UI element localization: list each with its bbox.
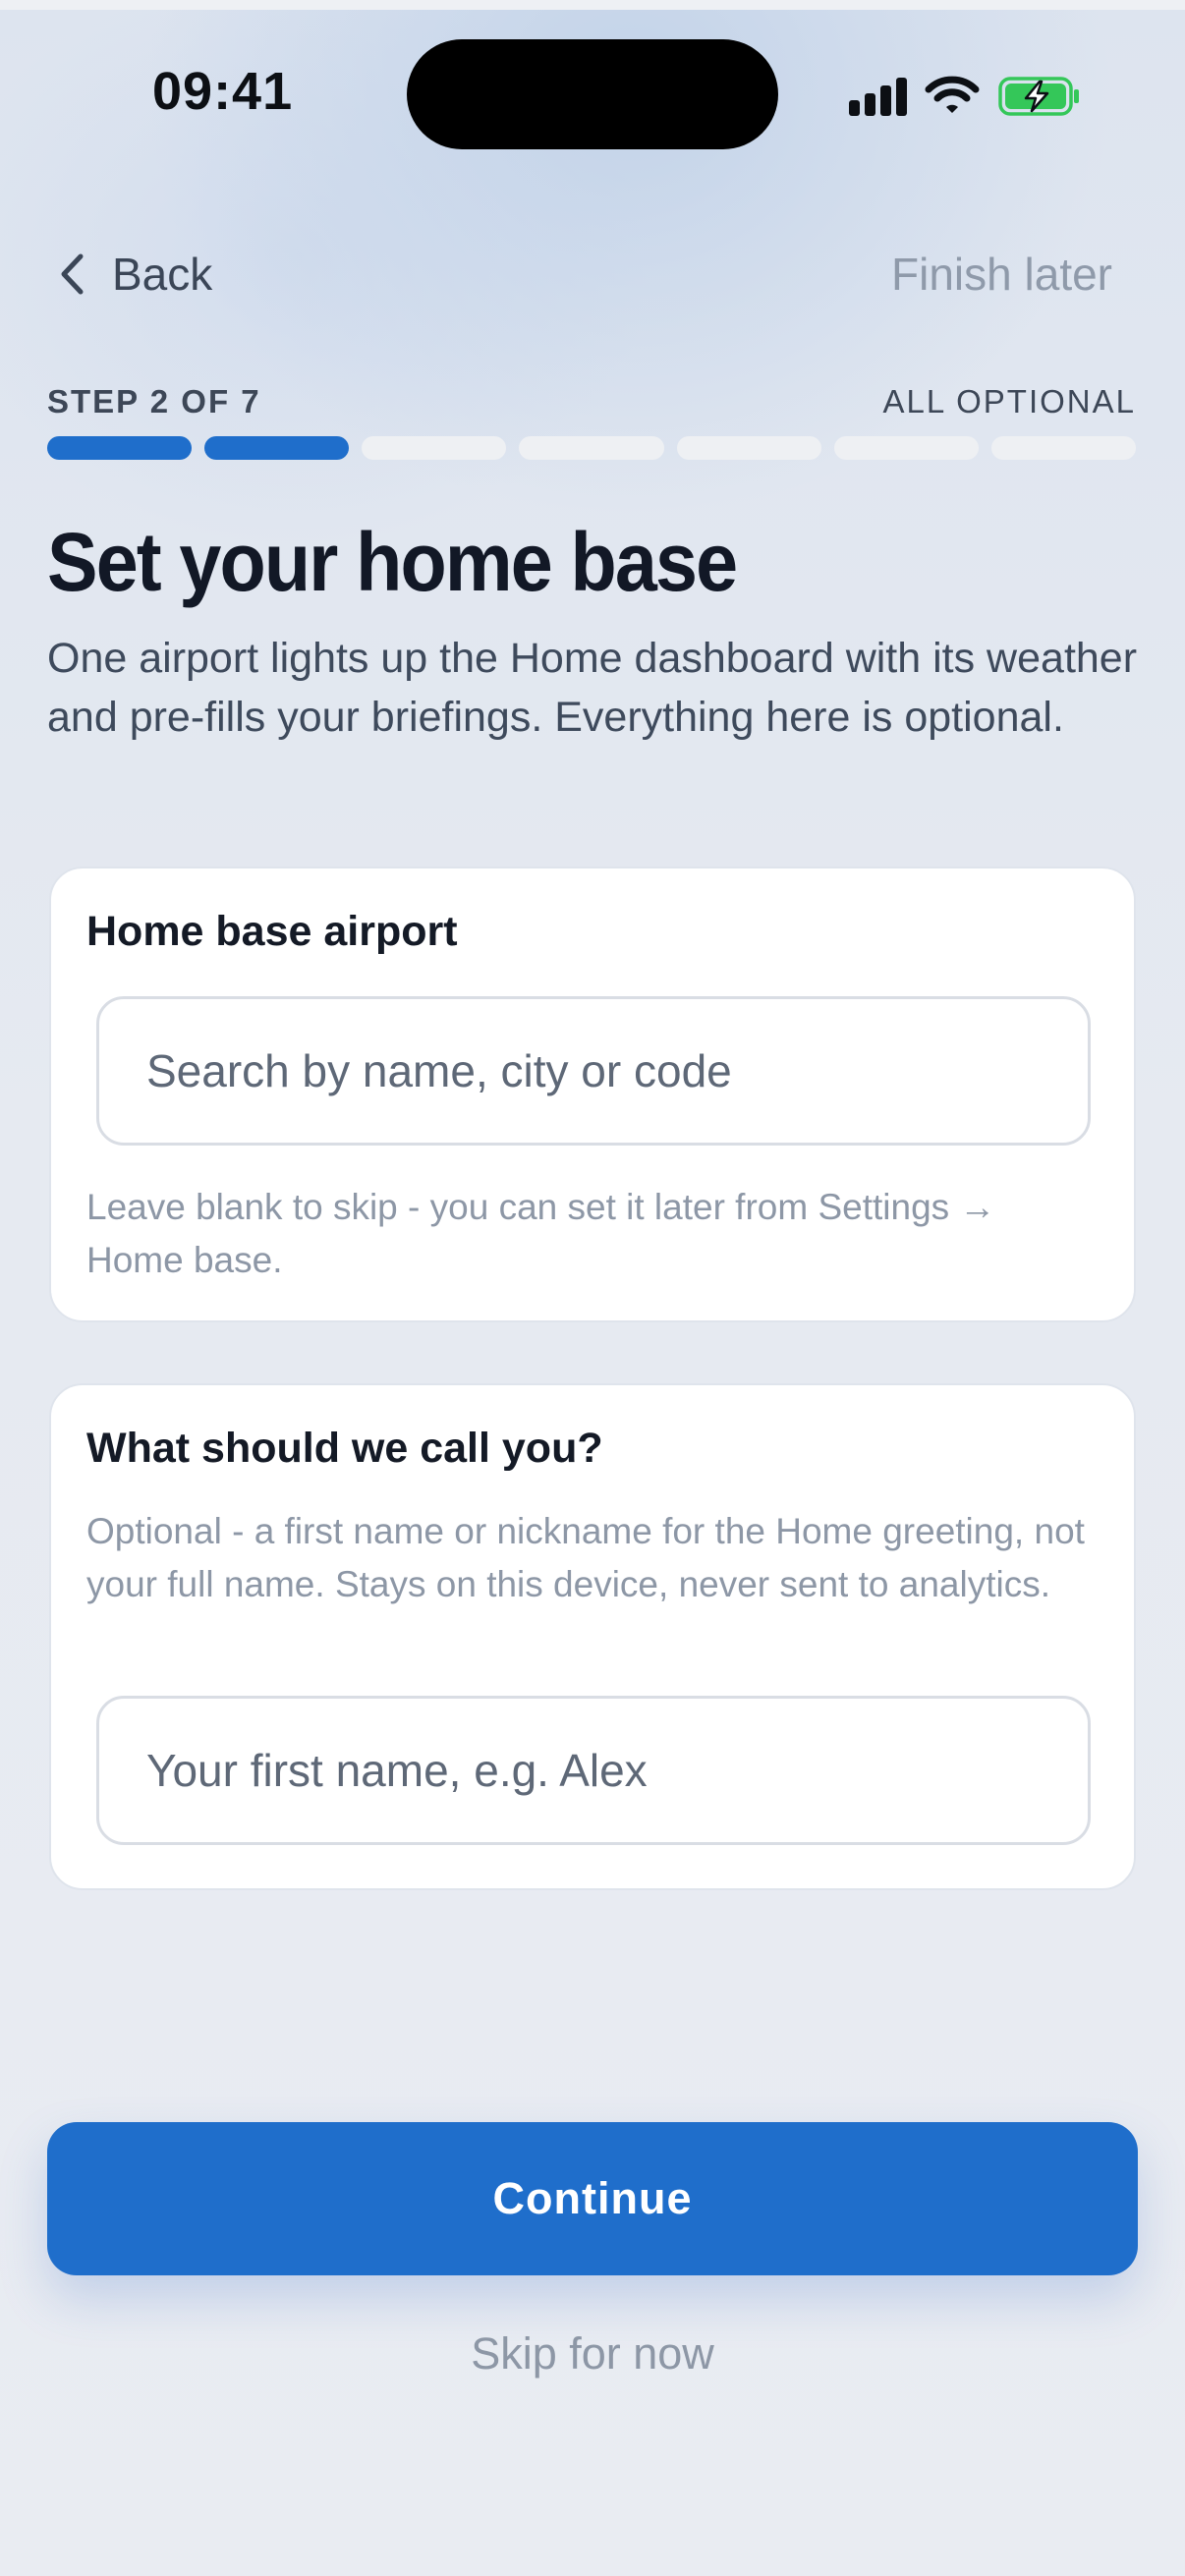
step-segment-5 xyxy=(676,436,821,460)
step-segment-6 xyxy=(833,436,979,460)
step-progress-bar xyxy=(47,436,1136,460)
finish-later-button[interactable]: Finish later xyxy=(891,240,1112,308)
first-name-input[interactable] xyxy=(99,1699,1088,1842)
nickname-card-title: What should we call you? xyxy=(86,1425,603,1472)
step-label: STEP 2 OF 7 xyxy=(47,383,261,420)
battery-charging-icon xyxy=(998,77,1079,116)
top-strip xyxy=(0,0,1185,10)
skip-for-now-button[interactable]: Skip for now xyxy=(0,2328,1185,2380)
first-name-field[interactable] xyxy=(96,1696,1091,1845)
home-base-hint: Leave blank to skip - you can set it lat… xyxy=(86,1187,996,1280)
optional-label: ALL OPTIONAL xyxy=(882,383,1136,420)
home-base-card: Home base airport Leave blank to skip - … xyxy=(49,867,1136,1322)
nickname-hint: Optional - a first name or nickname for … xyxy=(86,1511,1085,1604)
back-button[interactable]: Back xyxy=(57,240,212,308)
back-label: Back xyxy=(112,249,213,300)
step-segment-2 xyxy=(204,436,350,460)
airport-search-field[interactable] xyxy=(96,996,1091,1146)
step-segment-4 xyxy=(519,436,664,460)
chevron-left-icon xyxy=(61,253,84,295)
dynamic-island xyxy=(407,39,778,149)
step-segment-1 xyxy=(47,436,193,460)
page-title: Set your home base xyxy=(47,516,738,608)
nickname-card: What should we call you? Optional - a fi… xyxy=(49,1383,1136,1890)
wifi-icon xyxy=(925,76,980,113)
onboarding-screen: 09:41 Back Finish later STEP 2 OF 7 ALL … xyxy=(0,0,1185,2576)
status-time: 09:41 xyxy=(152,62,294,121)
continue-button[interactable]: Continue xyxy=(47,2122,1138,2275)
cellular-signal-icon xyxy=(849,75,908,116)
home-base-card-title: Home base airport xyxy=(86,908,458,955)
step-segment-3 xyxy=(362,436,507,460)
page-subtitle: One airport lights up the Home dashboard… xyxy=(47,635,1138,741)
step-segment-7 xyxy=(990,436,1136,460)
airport-search-input[interactable] xyxy=(99,999,1088,1143)
